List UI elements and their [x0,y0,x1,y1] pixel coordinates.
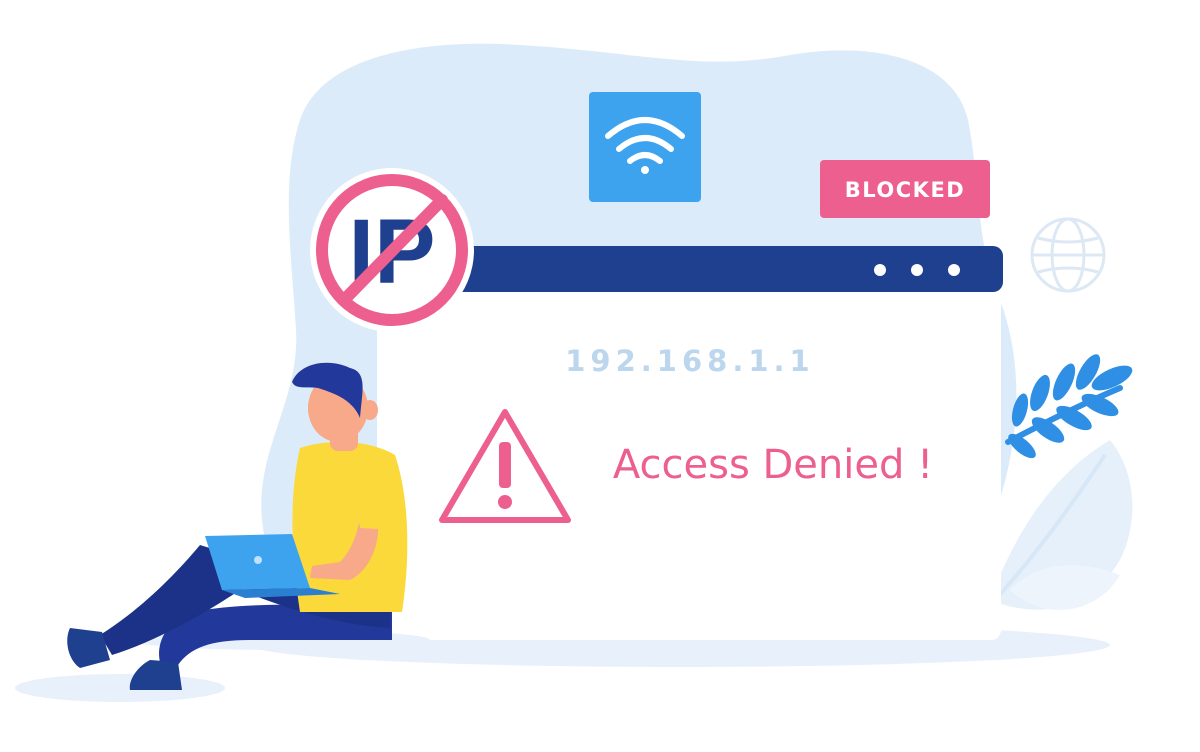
leaf-branch-icon [1005,354,1133,459]
wifi-tile [589,92,701,202]
access-denied-message: Access Denied ! [613,442,933,488]
access-denied-illustration: BLOCKED IP 192.168.1.1 Access Denied ! [15,43,1133,702]
light-leaf [990,440,1133,610]
person-with-laptop [67,362,430,690]
ground-shadow-small [15,674,225,702]
globe-icon [1030,217,1106,293]
blocked-label: BLOCKED [845,178,965,202]
ip-address: 192.168.1.1 [565,344,814,378]
no-ip-icon: IP [310,168,474,332]
